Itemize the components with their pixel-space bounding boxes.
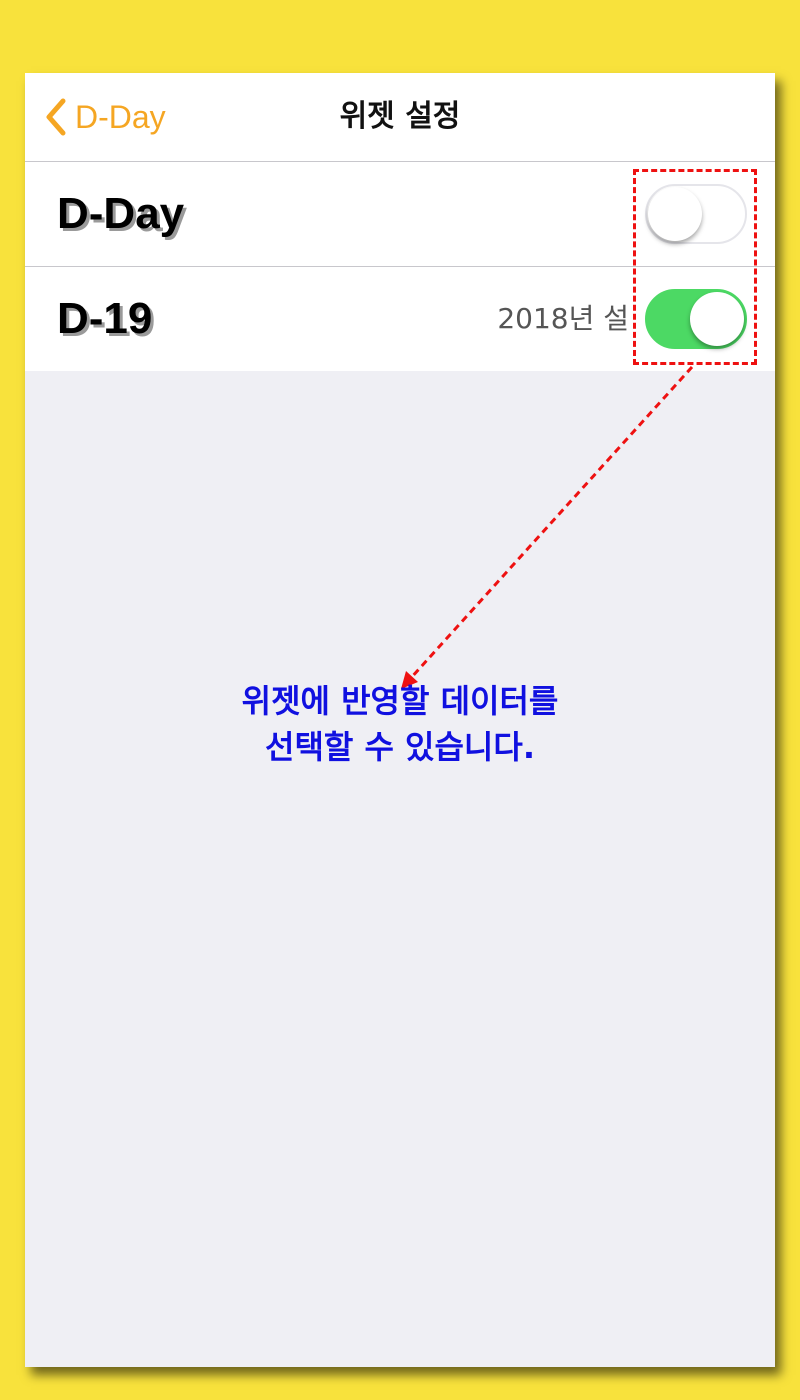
annotation-line-2: 선택할 수 있습니다. [265,728,535,766]
row-title: D-Day [57,189,185,238]
back-button[interactable]: D-Day [41,95,166,139]
annotation-highlight-box [633,169,757,365]
row-subtitle: 2018년 설 [497,302,629,335]
annotation-line-1: 위젯에 반영할 데이터를 [241,682,559,720]
annotation-text: 위젯에 반영할 데이터를 선택할 수 있습니다. [25,678,775,770]
row-title: D-19 [57,294,153,343]
screen: D-Day 위젯 설정 D-Day D-19 2018년 설 위젯에 반영할 데… [25,73,775,1367]
back-label: D-Day [75,98,166,135]
chevron-left-icon [41,95,71,139]
navigation-bar: D-Day 위젯 설정 [25,73,775,162]
